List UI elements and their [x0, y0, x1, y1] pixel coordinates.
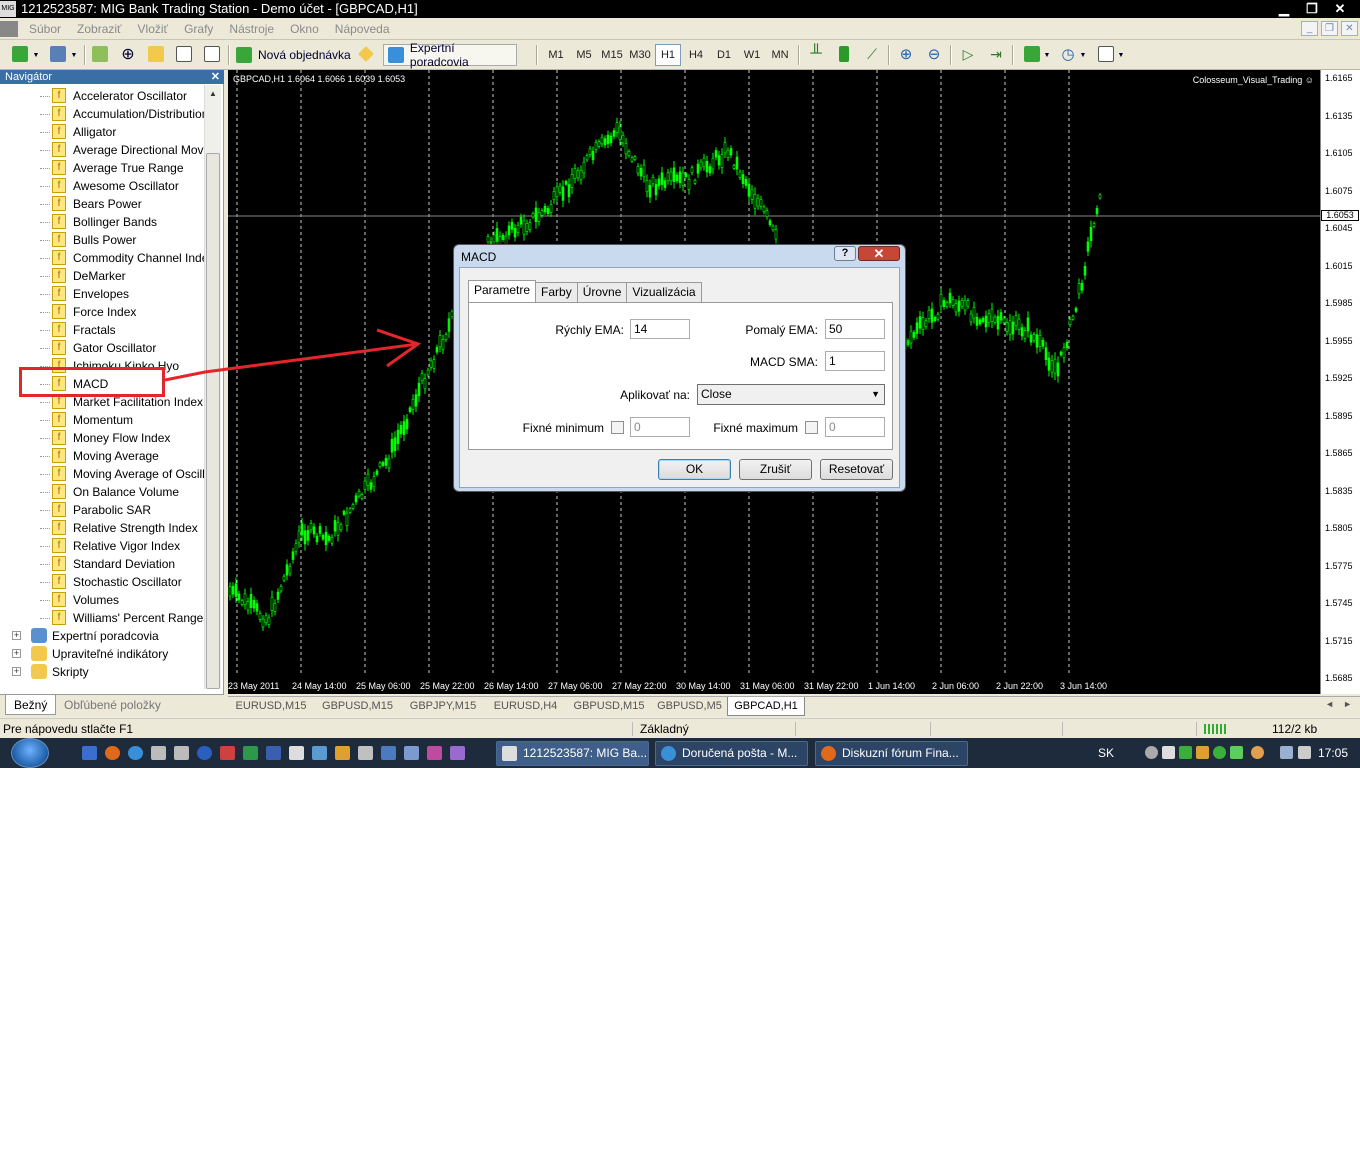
dialog-title: MACD	[461, 250, 497, 264]
tab-parameters[interactable]: Parametre	[468, 280, 537, 303]
macd-sma-field[interactable]: 1	[825, 351, 885, 371]
fixed-max-label: Fixné maximum	[713, 421, 798, 435]
close-icon[interactable]: ✕	[858, 246, 900, 261]
fixed-min-checkbox[interactable]	[611, 421, 624, 434]
slow-ema-label: Pomalý EMA:	[745, 323, 818, 337]
macd-sma-label: MACD SMA:	[749, 355, 818, 369]
apply-to-select[interactable]: Close ▼	[697, 384, 885, 405]
chevron-down-icon: ▼	[871, 389, 880, 399]
fixed-min-label: Fixné minimum	[522, 421, 604, 435]
apply-to-value: Close	[701, 387, 732, 401]
app-window: MIG 1212523587: MIG Bank Trading Station…	[0, 0, 1360, 768]
tab-colors[interactable]: Farby	[535, 282, 578, 303]
fixed-max-checkbox[interactable]	[805, 421, 818, 434]
dialog-tabs: Parametre Farby Úrovne Vizualizácia	[468, 280, 702, 303]
reset-button[interactable]: Resetovať	[820, 459, 893, 480]
cancel-button[interactable]: Zrušiť	[739, 459, 812, 480]
tab-levels[interactable]: Úrovne	[576, 282, 628, 303]
slow-ema-field[interactable]: 50	[825, 319, 885, 339]
help-button[interactable]: ?	[834, 246, 856, 261]
parameters-panel: Rýchly EMA: 14 Pomalý EMA: 50 MACD SMA: …	[468, 302, 893, 450]
fixed-min-field[interactable]: 0	[630, 417, 690, 437]
fixed-max-field[interactable]: 0	[825, 417, 885, 437]
fast-ema-label: Rýchly EMA:	[555, 323, 624, 337]
fast-ema-field[interactable]: 14	[630, 319, 690, 339]
apply-to-label: Aplikovať na:	[620, 388, 690, 402]
tab-visualization[interactable]: Vizualizácia	[626, 282, 702, 303]
ok-button[interactable]: OK	[658, 459, 731, 480]
macd-dialog: MACD ? ✕ Parametre Farby Úrovne Vizualiz…	[453, 244, 906, 492]
